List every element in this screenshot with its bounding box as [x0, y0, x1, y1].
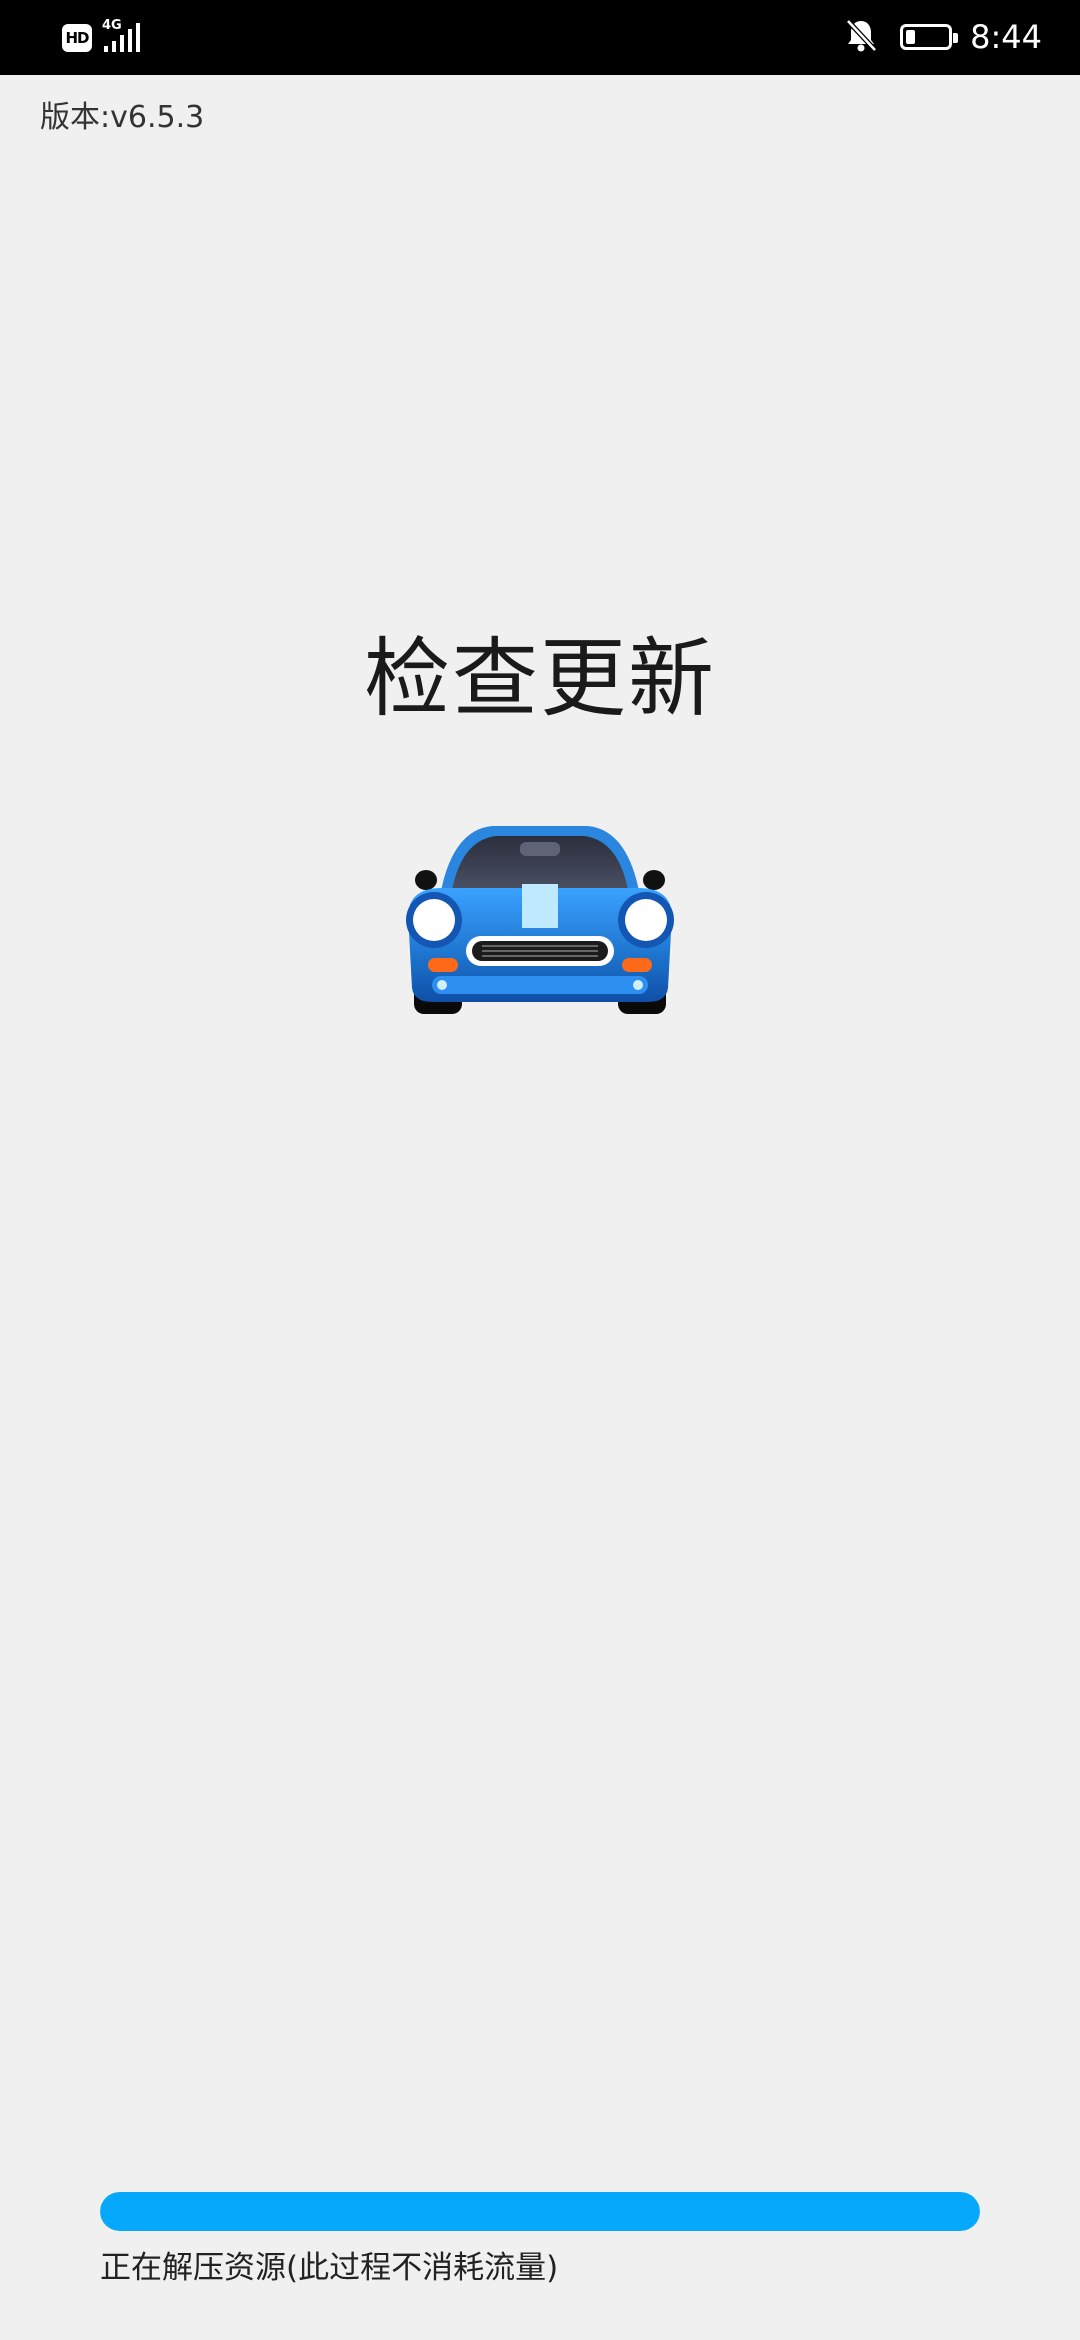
status-left-group: HD 4G	[62, 18, 148, 58]
page-title: 检查更新	[364, 629, 716, 729]
battery-icon	[900, 24, 959, 50]
car-icon	[406, 826, 674, 1014]
signal-icon: 4G	[102, 18, 148, 56]
clock: 8:44	[970, 18, 1042, 56]
version-label: 版本:v6.5.3	[40, 100, 205, 135]
status-bar: HD 4G 8:44	[0, 0, 1080, 75]
hd-icon: HD	[62, 24, 92, 52]
bell-off-icon	[844, 17, 878, 57]
progress-bar	[100, 2192, 980, 2231]
status-right-group: 8:44	[844, 12, 1042, 62]
battery-level-fill	[906, 30, 915, 44]
progress-status-text: 正在解压资源(此过程不消耗流量)	[100, 2250, 559, 2286]
progress-bar-fill	[100, 2192, 980, 2231]
